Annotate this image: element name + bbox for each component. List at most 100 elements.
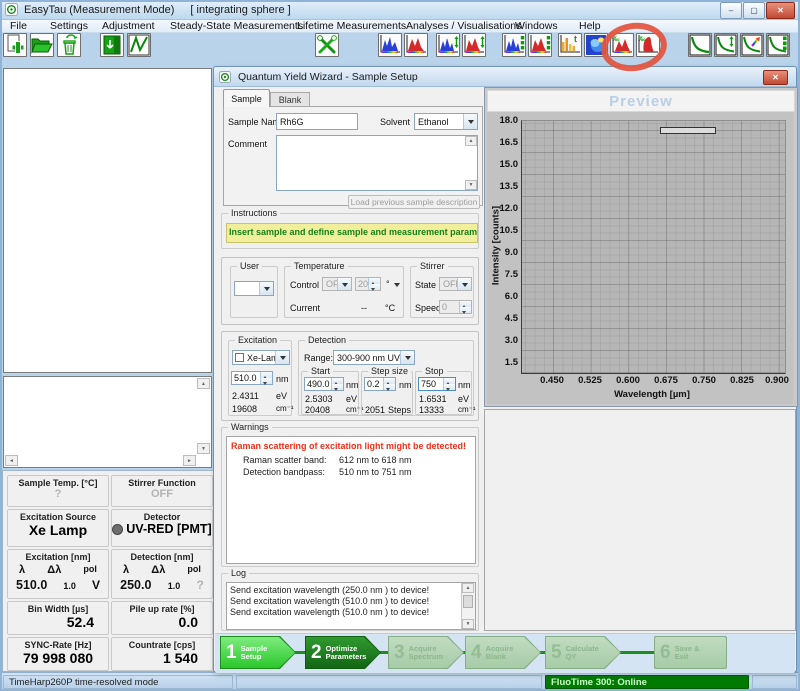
dialog-close-button[interactable]: ✕ <box>763 70 788 85</box>
scroll-down-icon[interactable]: ▼ <box>197 443 210 454</box>
detection-range-select[interactable]: 300-900 nm UV-RE <box>333 350 415 365</box>
emission-spectrum-blue-button[interactable] <box>378 33 402 57</box>
nm-unit: nm <box>346 380 359 390</box>
quantum-yield-analysis-button[interactable]: ‰ <box>636 33 660 57</box>
solvent-select[interactable]: Ethanol <box>414 113 478 130</box>
dropdown-arrow-icon[interactable] <box>275 351 289 364</box>
temp-control-select[interactable]: OFF <box>322 277 352 291</box>
temp-current-label: Current <box>290 303 320 313</box>
scroll-right-icon[interactable]: ► <box>183 455 196 466</box>
decay-multicolor-button[interactable] <box>740 33 764 57</box>
decay-scan-button[interactable] <box>714 33 738 57</box>
detector-value: UV-RED [PMT] <box>126 522 211 536</box>
new-measurement-button[interactable] <box>3 33 27 57</box>
start-spinner[interactable]: 490.0 <box>304 377 344 391</box>
menu-settings[interactable]: Settings <box>48 20 90 33</box>
decay-batch-button[interactable] <box>766 33 790 57</box>
dialog-titlebar[interactable]: Quantum Yield Wizard - Sample Setup <box>214 67 796 87</box>
dropdown-arrow-icon[interactable] <box>400 351 414 364</box>
spin-down-icon[interactable] <box>332 384 343 390</box>
step-sample-setup[interactable]: 1 SampleSetup <box>220 636 296 669</box>
menu-lifetime[interactable]: Lifetime Measurements <box>295 20 408 33</box>
start-label: Start <box>308 366 333 376</box>
stop-value: 750 <box>419 378 443 390</box>
step-optimize-parameters[interactable]: 2 OptimizeParameters <box>305 636 381 669</box>
time-trace-button[interactable]: t <box>558 33 582 57</box>
excitation-lambda-value: 510.0 <box>16 578 47 592</box>
temp-unit-select[interactable]: °C <box>383 277 403 291</box>
scroll-left-icon[interactable]: ◄ <box>5 455 18 466</box>
pol-header: pol <box>83 564 97 576</box>
dropdown-arrow-icon[interactable] <box>259 282 273 295</box>
scroll-up-icon[interactable]: ▲ <box>462 583 474 593</box>
spectrum-scan-blue-button[interactable] <box>436 33 460 57</box>
nm-unit: nm <box>276 374 289 384</box>
scroll-down-icon[interactable]: ▼ <box>462 619 474 629</box>
dropdown-arrow-icon[interactable] <box>337 278 351 290</box>
left-message-area[interactable]: ▲ ▼ ◄ ► <box>3 376 212 468</box>
stirrer-state-select[interactable]: OFF <box>439 277 472 291</box>
quantum-yield-wizard-button[interactable]: ‰ <box>610 33 634 57</box>
spin-down-icon[interactable] <box>384 384 395 390</box>
stop-spinner[interactable]: 750 <box>418 377 456 391</box>
comment-textarea[interactable]: ▲ ▼ <box>276 135 478 191</box>
spin-down-icon[interactable] <box>460 307 471 313</box>
start-wavenumber-value: 20408 <box>305 405 330 415</box>
load-previous-description-button[interactable]: Load previous sample description <box>348 195 480 209</box>
tab-sample[interactable]: Sample <box>223 89 270 107</box>
temp-control-label: Control <box>290 280 319 290</box>
menu-steady-state[interactable]: Steady-State Measurements <box>168 20 305 33</box>
stirrer-speed-spinner[interactable]: 0 <box>439 300 472 314</box>
step-acquire-spectrum[interactable]: 3 AcquireSpectrum <box>388 636 464 669</box>
menu-windows[interactable]: Windows <box>513 20 560 33</box>
log-scrollbar[interactable]: ▲ ▼ <box>461 583 475 629</box>
scrollbar-thumb[interactable] <box>463 595 473 608</box>
maximize-button[interactable]: ▢ <box>743 2 765 19</box>
step-save-exit[interactable]: 6 Save &Exit <box>654 636 727 669</box>
menu-adjustment[interactable]: Adjustment <box>100 20 157 33</box>
stirrer-function-value: OFF <box>112 488 212 500</box>
delete-button[interactable] <box>57 33 81 57</box>
spin-down-icon[interactable] <box>369 284 380 290</box>
dock-panel-button[interactable] <box>100 33 124 57</box>
adjustment-tools-button[interactable] <box>315 33 339 57</box>
spectra-batch-red-button[interactable] <box>528 33 552 57</box>
decay-button[interactable] <box>688 33 712 57</box>
statusbar-spacer <box>236 675 542 689</box>
image-map-button[interactable] <box>584 33 608 57</box>
step-size-spinner[interactable]: 0.2 <box>364 377 396 391</box>
user-select[interactable] <box>234 281 274 296</box>
dropdown-arrow-icon[interactable] <box>457 278 471 290</box>
excitation-wavelength-spinner[interactable]: 510.0 <box>231 371 273 385</box>
spin-down-icon[interactable] <box>261 378 272 384</box>
detection-range-value: 300-900 nm UV-RE <box>334 353 400 363</box>
detection-lambda-value: 250.0 <box>120 578 151 592</box>
scroll-down-icon[interactable]: ▼ <box>465 180 477 190</box>
dropdown-arrow-icon[interactable] <box>463 114 477 129</box>
scroll-up-icon[interactable]: ▲ <box>197 378 210 389</box>
spin-down-icon[interactable] <box>444 384 455 390</box>
menu-help[interactable]: Help <box>577 20 603 33</box>
dropdown-arrow-icon[interactable] <box>390 277 403 291</box>
open-file-button[interactable] <box>30 33 54 57</box>
spectra-batch-blue-button[interactable] <box>502 33 526 57</box>
temp-setpoint-spinner[interactable]: 20 <box>355 277 381 291</box>
xe-lamp-checkbox[interactable] <box>235 353 244 362</box>
detection-wavelength-group: Detection [nm] λ Δλ pol 250.0 1.0 ? <box>111 549 213 599</box>
step-acquire-blank[interactable]: 4 AcquireBlank <box>465 636 541 669</box>
spectrum-scan-red-button[interactable] <box>462 33 486 57</box>
instructions-group-label: Instructions <box>228 208 280 218</box>
window-titlebar[interactable]: EasyTau (Measurement Mode) [ integrating… <box>0 0 800 20</box>
menu-analyses[interactable]: Analyses / Visualisations <box>404 20 523 33</box>
excitation-source-select[interactable]: Xe-Lamp <box>232 350 290 365</box>
close-button[interactable]: ✕ <box>766 2 795 19</box>
tab-blank[interactable]: Blank <box>270 92 310 107</box>
excitation-spectrum-red-button[interactable] <box>404 33 428 57</box>
step-calculate-qy[interactable]: 5 CalculateQY <box>545 636 621 669</box>
curve-window-button[interactable] <box>127 33 151 57</box>
scroll-up-icon[interactable]: ▲ <box>465 136 477 146</box>
sample-name-input[interactable] <box>276 113 358 130</box>
menu-file[interactable]: File <box>8 20 29 33</box>
log-box[interactable]: Send excitation wavelength (250.0 nm ) t… <box>226 582 476 630</box>
minimize-button[interactable]: – <box>720 2 742 19</box>
